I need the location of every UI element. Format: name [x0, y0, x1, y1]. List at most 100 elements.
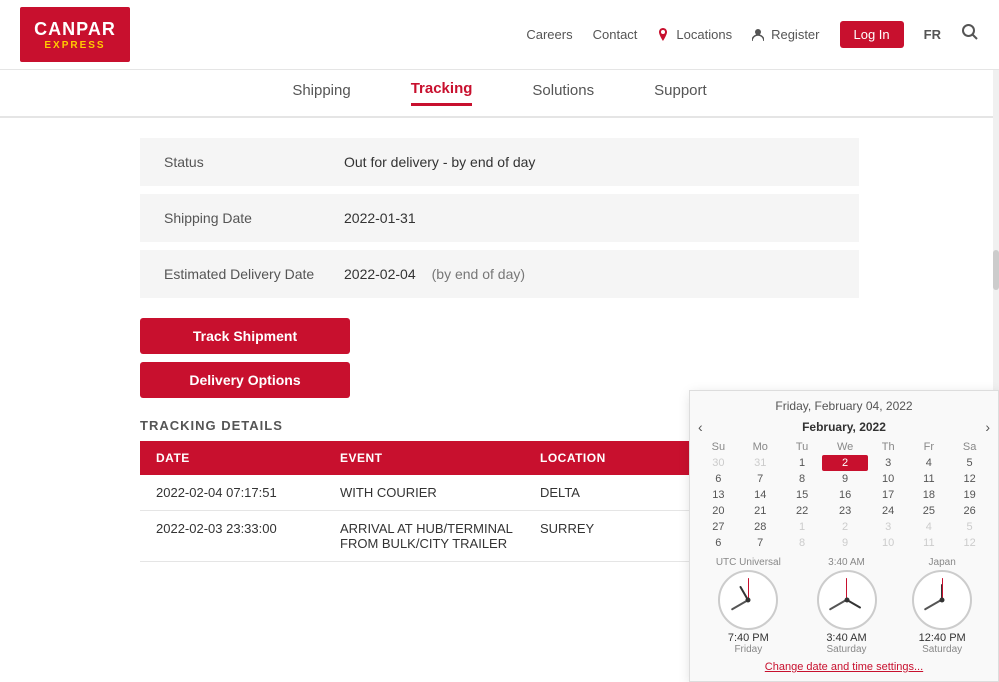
- cal-day[interactable]: 15: [782, 487, 823, 503]
- estimated-delivery-row: Estimated Delivery Date 2022-02-04 (by e…: [140, 250, 859, 298]
- header: CANPAR EXPRESS Careers Contact Locations…: [0, 0, 999, 70]
- nav-support[interactable]: Support: [654, 82, 707, 105]
- nav-tracking[interactable]: Tracking: [411, 80, 473, 106]
- cal-day[interactable]: 11: [909, 471, 950, 487]
- cal-day[interactable]: 25: [909, 503, 950, 519]
- delivery-options-button[interactable]: Delivery Options: [140, 362, 350, 398]
- locations-link[interactable]: Locations: [657, 27, 732, 42]
- cal-day[interactable]: 27: [698, 519, 739, 535]
- status-value: Out for delivery - by end of day: [344, 154, 535, 170]
- clock-japan-label: Japan: [929, 557, 956, 568]
- cal-day[interactable]: 8: [782, 471, 823, 487]
- cal-day[interactable]: 4: [909, 455, 950, 471]
- cal-day[interactable]: 9: [822, 471, 867, 487]
- cal-day[interactable]: 14: [739, 487, 782, 503]
- shipping-date-row: Shipping Date 2022-01-31: [140, 194, 859, 242]
- cal-day[interactable]: 2: [822, 519, 867, 535]
- estimated-delivery-value: 2022-02-04: [344, 266, 416, 282]
- cal-day[interactable]: 12: [949, 471, 990, 487]
- cal-day[interactable]: 13: [698, 487, 739, 503]
- clock-utc-time: 7:40 PM: [728, 632, 769, 644]
- calendar-nav: ‹ February, 2022 ›: [698, 419, 990, 435]
- cal-day[interactable]: 22: [782, 503, 823, 519]
- clock-japan-day: Saturday: [922, 644, 962, 655]
- register-label: Register: [771, 27, 819, 42]
- cal-day[interactable]: 24: [868, 503, 909, 519]
- logo-sub: EXPRESS: [34, 40, 116, 51]
- main-nav: Shipping Tracking Solutions Support: [0, 70, 999, 118]
- cal-day[interactable]: 10: [868, 471, 909, 487]
- cal-day[interactable]: 7: [739, 535, 782, 551]
- clock-japan: Japan 12:40 PM Saturday: [912, 557, 972, 655]
- clock-overlay: Friday, February 04, 2022 ‹ February, 20…: [689, 390, 999, 682]
- register-link[interactable]: Register: [752, 27, 819, 42]
- cal-header-fr: Fr: [909, 439, 950, 455]
- cal-header-mo: Mo: [739, 439, 782, 455]
- logo-text: CANPAR: [34, 19, 116, 39]
- clock-sat1-time: 3:40 AM: [826, 632, 866, 644]
- cal-day[interactable]: 31: [739, 455, 782, 471]
- status-label: Status: [164, 154, 344, 170]
- careers-link[interactable]: Careers: [526, 27, 572, 42]
- cal-day[interactable]: 18: [909, 487, 950, 503]
- cal-day[interactable]: 19: [949, 487, 990, 503]
- row-event-0: WITH COURIER: [340, 485, 540, 500]
- cal-day[interactable]: 16: [822, 487, 867, 503]
- cal-day[interactable]: 6: [698, 471, 739, 487]
- cal-day[interactable]: 9: [822, 535, 867, 551]
- cal-day[interactable]: 2: [822, 455, 867, 471]
- cal-day[interactable]: 1: [782, 455, 823, 471]
- cal-day[interactable]: 4: [909, 519, 950, 535]
- track-shipment-button[interactable]: Track Shipment: [140, 318, 350, 354]
- clock-settings-link[interactable]: Change date and time settings...: [698, 661, 990, 673]
- shipping-date-label: Shipping Date: [164, 210, 344, 226]
- cal-day[interactable]: 11: [909, 535, 950, 551]
- cal-day[interactable]: 1: [782, 519, 823, 535]
- contact-link[interactable]: Contact: [593, 27, 638, 42]
- nav-shipping[interactable]: Shipping: [292, 82, 350, 105]
- cal-day[interactable]: 5: [949, 519, 990, 535]
- cal-day[interactable]: 26: [949, 503, 990, 519]
- cal-day[interactable]: 8: [782, 535, 823, 551]
- cal-header-sa: Sa: [949, 439, 990, 455]
- cal-day[interactable]: 12: [949, 535, 990, 551]
- calendar-grid: Su Mo Tu We Th Fr Sa 3031123456789101112…: [698, 439, 990, 551]
- cal-day[interactable]: 3: [868, 519, 909, 535]
- search-button[interactable]: [961, 23, 979, 46]
- cal-day[interactable]: 30: [698, 455, 739, 471]
- clock-japan-circle: [912, 570, 972, 630]
- login-button[interactable]: Log In: [840, 21, 904, 48]
- cal-day[interactable]: 21: [739, 503, 782, 519]
- status-row: Status Out for delivery - by end of day: [140, 138, 859, 186]
- cal-day[interactable]: 5: [949, 455, 990, 471]
- clock-overlay-title: Friday, February 04, 2022: [698, 399, 990, 413]
- header-left: CANPAR EXPRESS: [20, 7, 130, 62]
- calendar-prev-button[interactable]: ‹: [698, 419, 703, 435]
- locations-label: Locations: [676, 27, 732, 42]
- cal-day[interactable]: 28: [739, 519, 782, 535]
- row-date-0: 2022-02-04 07:17:51: [140, 485, 340, 500]
- cal-header-we: We: [822, 439, 867, 455]
- cal-day[interactable]: 20: [698, 503, 739, 519]
- cal-day[interactable]: 7: [739, 471, 782, 487]
- cal-header-tu: Tu: [782, 439, 823, 455]
- calendar-next-button[interactable]: ›: [985, 419, 990, 435]
- clock-sat1-day: Saturday: [826, 644, 866, 655]
- calendar-month-label: February, 2022: [802, 420, 886, 434]
- cal-day[interactable]: 10: [868, 535, 909, 551]
- clock-sat1: 3:40 AM 3:40 AM Saturday: [817, 557, 877, 655]
- language-toggle[interactable]: FR: [924, 27, 941, 42]
- cal-day[interactable]: 17: [868, 487, 909, 503]
- careers-label: Careers: [526, 27, 572, 42]
- cal-day[interactable]: 6: [698, 535, 739, 551]
- nav-solutions[interactable]: Solutions: [532, 82, 594, 105]
- clock-utc-circle: [718, 570, 778, 630]
- estimated-delivery-note: (by end of day): [432, 266, 525, 282]
- cal-day[interactable]: 3: [868, 455, 909, 471]
- cal-day[interactable]: 23: [822, 503, 867, 519]
- logo[interactable]: CANPAR EXPRESS: [20, 7, 130, 62]
- header-nav-top: Careers Contact Locations Register Log I…: [526, 21, 979, 48]
- shipping-date-value: 2022-01-31: [344, 210, 416, 226]
- clock-sat1-circle: [817, 570, 877, 630]
- scrollbar-thumb[interactable]: [993, 250, 999, 290]
